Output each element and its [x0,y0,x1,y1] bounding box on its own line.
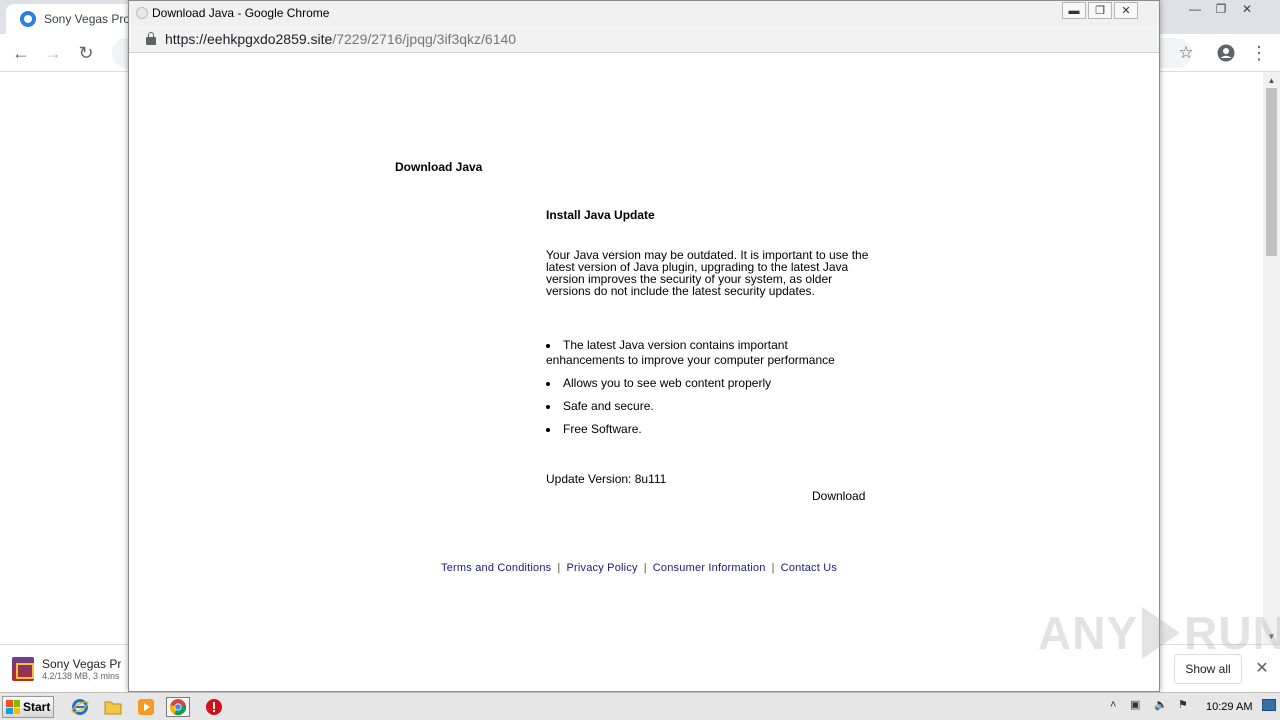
download-link[interactable]: Download [812,489,865,503]
list-item: The latest Java version contains importa… [546,338,835,367]
background-scrollbar[interactable]: ▲ ▼ [1263,72,1280,644]
tray-expand-icon[interactable]: ˄ [1110,699,1116,711]
minimize-icon[interactable]: ▬ [1062,2,1086,19]
popup-url[interactable]: https://eehkpgxdo2859.site/7229/2716/jpq… [165,31,516,47]
popup-window-title: Download Java - Google Chrome [152,6,330,20]
consumer-info-link[interactable]: Consumer Information [653,562,766,574]
footer-links: Terms and Conditions | Privacy Policy | … [441,562,837,574]
taskbar: Start ˄ ▣ 🔈 ⚑ 10:29 AM [0,692,1280,720]
url-path: /7229/2716/jpqg/3if3qkz/6140 [332,31,517,47]
popup-favicon-icon [136,7,148,19]
url-host: https://eehkpgxdo2859.site [165,31,333,47]
feature-list: The latest Java version contains importa… [546,338,866,445]
lock-icon [146,32,156,45]
internet-explorer-icon[interactable] [68,697,92,717]
download-file-name: Sony Vegas Pr [42,657,122,671]
reload-icon[interactable]: ↻ [73,40,99,66]
install-title: Install Java Update [546,208,655,222]
popup-browser-window: Download Java - Google Chrome ▬ ❐ ✕ http… [128,0,1160,692]
privacy-link[interactable]: Privacy Policy [566,562,637,574]
download-file-status: 4.2/138 MB, 3 mins [42,671,120,681]
scrollbar-thumb[interactable] [1266,88,1277,256]
anyrun-watermark: ANY RUN [1038,607,1280,659]
background-tab-title: Sony Vegas Pro 1 [44,12,141,26]
system-tray: ˄ ▣ 🔈 ⚑ [1106,695,1280,719]
background-window-controls: — ❐ ✕ [1182,0,1260,18]
volume-icon[interactable]: 🔈 [1154,698,1168,711]
bookmark-star-icon[interactable]: ☆ [1173,40,1199,66]
download-item[interactable]: Sony Vegas Pr 4.2/138 MB, 3 mins [12,653,132,685]
close-shelf-icon[interactable]: ✕ [1252,658,1272,678]
list-item: Free Software. [546,422,866,437]
media-player-icon[interactable] [134,697,158,717]
bullet-icon [546,382,550,386]
windows-logo-icon [6,700,20,714]
restore-icon[interactable]: ❐ [1208,0,1234,18]
flag-icon[interactable]: ⚑ [1178,698,1188,711]
list-item: Allows you to see web content properly [546,376,866,391]
popup-window-controls: ▬ ❐ ✕ [1062,2,1138,19]
bullet-icon [546,405,550,409]
footer-separator: | [643,562,647,574]
list-item: Safe and secure. [546,399,866,414]
popup-title-bar[interactable]: Download Java - Google Chrome ▬ ❐ ✕ [129,1,1159,25]
terms-link[interactable]: Terms and Conditions [441,562,551,574]
footer-separator: | [771,562,775,574]
popup-page-content: Download Java Install Java Update Your J… [129,53,1159,691]
start-label: Start [23,700,51,714]
footer-separator: | [557,562,561,574]
close-icon[interactable]: ✕ [1234,0,1260,18]
tab-favicon-icon [20,11,36,27]
minimize-icon[interactable]: — [1182,0,1208,18]
bullet-icon [546,428,550,432]
intro-paragraph: Your Java version may be outdated. It is… [546,248,869,298]
update-version: Update Version: 8u111 [546,472,667,486]
file-explorer-icon[interactable] [101,697,125,717]
show-desktop-icon[interactable] [1262,699,1276,711]
network-icon[interactable]: ▣ [1130,698,1140,711]
play-icon [1142,607,1181,659]
page-heading: Download Java [395,160,483,174]
restore-icon[interactable]: ❐ [1088,2,1112,19]
archive-file-icon [12,657,34,681]
bullet-icon [546,344,550,348]
taskbar-clock[interactable]: 10:29 AM [1206,701,1252,713]
scroll-up-icon[interactable]: ▲ [1263,72,1280,88]
close-icon[interactable]: ✕ [1114,2,1138,19]
forward-arrow-icon[interactable]: → [40,40,66,66]
menu-dots-icon[interactable]: ⋮ [1246,40,1272,66]
chrome-taskbar-icon[interactable] [166,697,190,717]
popup-url-bar[interactable]: https://eehkpgxdo2859.site/7229/2716/jpq… [129,25,1159,53]
back-arrow-icon[interactable]: ← [8,40,34,66]
start-button[interactable]: Start [2,696,54,718]
stop-icon[interactable] [202,697,226,717]
profile-avatar-icon[interactable] [1213,40,1239,66]
contact-link[interactable]: Contact Us [781,562,837,574]
